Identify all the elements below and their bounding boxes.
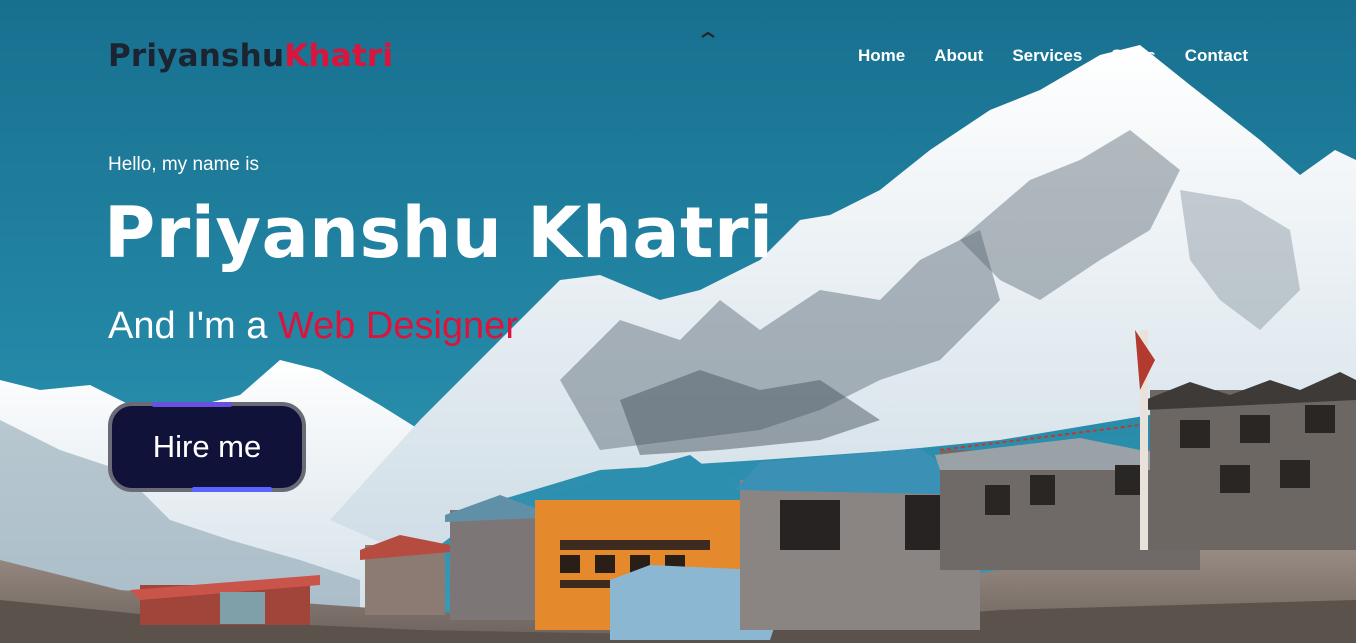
- nav-link-services[interactable]: Services: [1012, 46, 1082, 66]
- hero-role-accent: Web Designer: [277, 305, 518, 347]
- nav-link-about[interactable]: About: [934, 46, 983, 66]
- nav-link-contact[interactable]: Contact: [1185, 46, 1248, 66]
- hero-role-prefix: And I'm a: [108, 305, 278, 347]
- nav-link-skills[interactable]: Skills: [1111, 46, 1155, 66]
- hero-greeting: Hello, my name is: [108, 154, 259, 175]
- hire-me-button[interactable]: Hire me: [108, 402, 306, 492]
- hero-role: And I'm a Web Designer: [108, 305, 518, 348]
- logo-last-name: Khatri: [284, 38, 394, 74]
- button-accent-stripe-bottom: [192, 487, 272, 492]
- nav-link-home[interactable]: Home: [858, 46, 905, 66]
- main-navigation: Home About Services Skills Contact: [858, 46, 1248, 66]
- logo-first-name: Priyanshu: [108, 38, 285, 74]
- hire-me-label: Hire me: [152, 429, 262, 464]
- hero-name: Priyanshu Khatri: [104, 192, 774, 274]
- site-logo[interactable]: PriyanshuKhatri: [108, 38, 393, 74]
- button-accent-stripe-top: [152, 402, 232, 407]
